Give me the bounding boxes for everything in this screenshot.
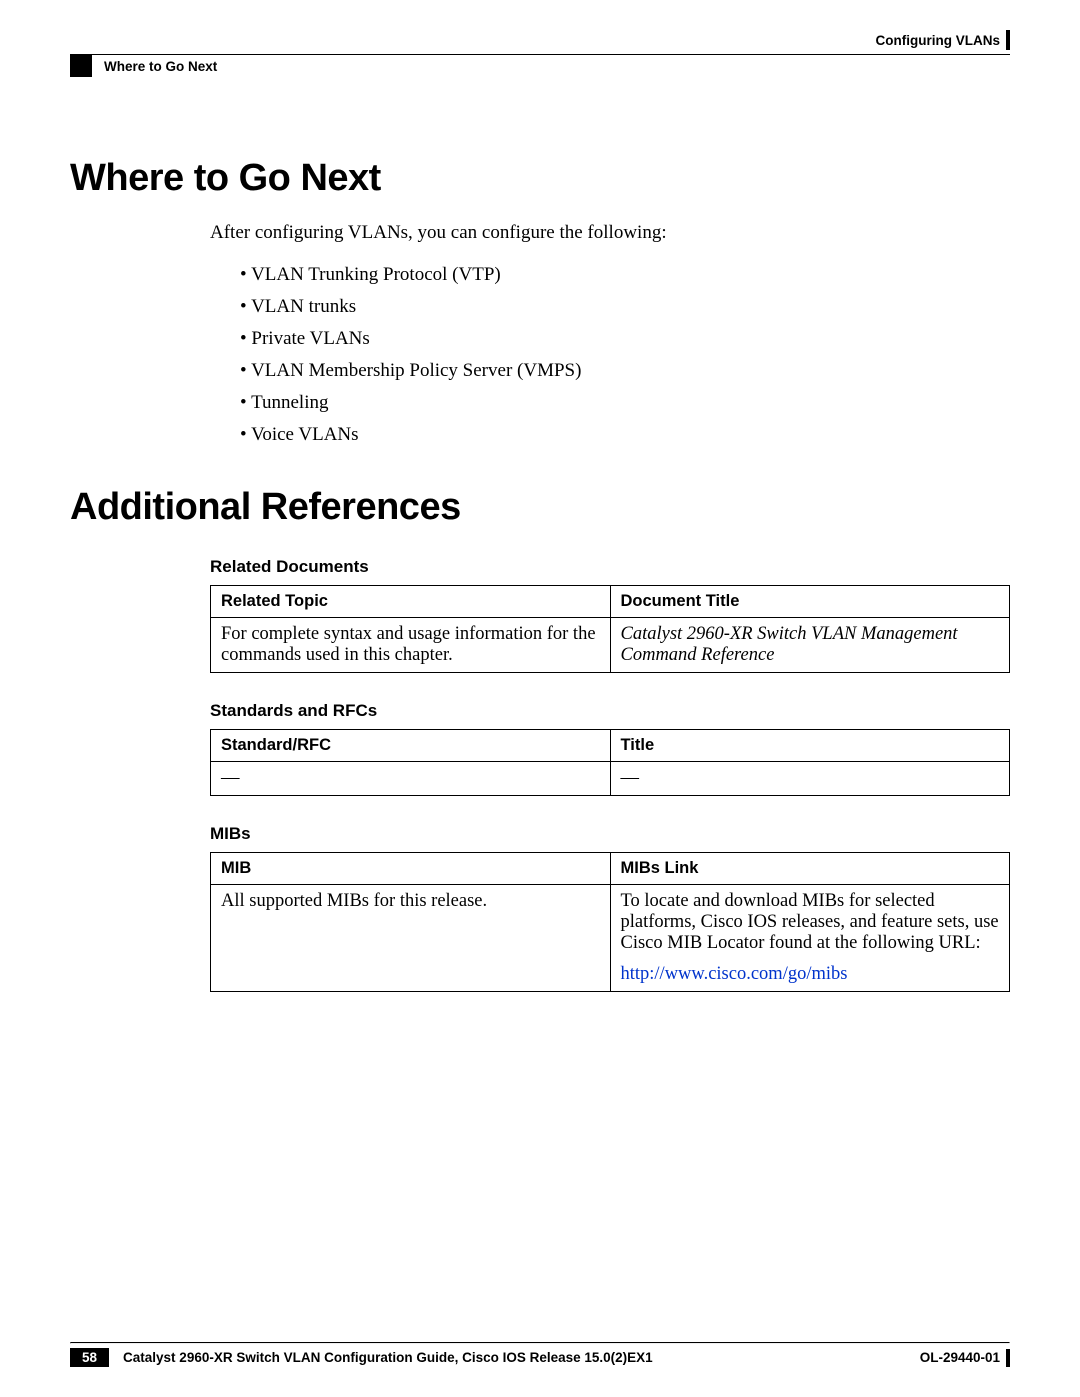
table-row: For complete syntax and usage informatio… [211, 617, 1010, 672]
table-header-row: MIB MIBs Link [211, 852, 1010, 884]
breadcrumb-text: Where to Go Next [104, 59, 217, 74]
footer: 58 Catalyst 2960-XR Switch VLAN Configur… [70, 1342, 1010, 1367]
list-item: Private VLANs [240, 328, 1010, 350]
col-document-title: Document Title [610, 585, 1010, 617]
subhead-related-docs: Related Documents [210, 557, 1010, 577]
col-mib: MIB [211, 852, 611, 884]
doc-id: OL-29440-01 [920, 1350, 1000, 1365]
list-item: Tunneling [240, 392, 1010, 414]
col-mibs-link: MIBs Link [610, 852, 1010, 884]
heading-additional-references: Additional References [70, 486, 1010, 529]
subhead-standards: Standards and RFCs [210, 701, 1010, 721]
table-header-row: Related Topic Document Title [211, 585, 1010, 617]
header-bar-icon [1006, 30, 1010, 50]
cell-topic: For complete syntax and usage informatio… [211, 617, 611, 672]
intro-text: After configuring VLANs, you can configu… [210, 220, 1010, 246]
cell-mib: All supported MIBs for this release. [211, 884, 611, 991]
list-item: Voice VLANs [240, 424, 1010, 446]
cell-title: Catalyst 2960-XR Switch VLAN Management … [610, 617, 1010, 672]
standards-table: Standard/RFC Title — — [210, 729, 1010, 796]
footer-divider [70, 1342, 1010, 1344]
breadcrumb: Where to Go Next [70, 55, 1010, 77]
footer-bar-icon [1006, 1349, 1010, 1367]
table-header-row: Standard/RFC Title [211, 729, 1010, 761]
footer-title: Catalyst 2960-XR Switch VLAN Configurati… [123, 1350, 653, 1365]
header-chapter-row: Configuring VLANs [70, 30, 1010, 50]
mibs-table: MIB MIBs Link All supported MIBs for thi… [210, 852, 1010, 992]
chapter-title: Configuring VLANs [876, 33, 1001, 48]
related-docs-table: Related Topic Document Title For complet… [210, 585, 1010, 673]
cell-standard: — [211, 761, 611, 795]
bullet-list: VLAN Trunking Protocol (VTP) VLAN trunks… [240, 264, 1010, 446]
cell-mibs-link: To locate and download MIBs for selected… [610, 884, 1010, 991]
square-icon [70, 55, 92, 77]
page: Configuring VLANs Where to Go Next Where… [0, 0, 1080, 1397]
list-item: VLAN trunks [240, 296, 1010, 318]
table-row: All supported MIBs for this release. To … [211, 884, 1010, 991]
cell-title: — [610, 761, 1010, 795]
subhead-mibs: MIBs [210, 824, 1010, 844]
col-related-topic: Related Topic [211, 585, 611, 617]
list-item: VLAN Trunking Protocol (VTP) [240, 264, 1010, 286]
table-row: — — [211, 761, 1010, 795]
page-number: 58 [70, 1348, 109, 1367]
col-standard: Standard/RFC [211, 729, 611, 761]
mibs-url-link[interactable]: http://www.cisco.com/go/mibs [621, 964, 1000, 985]
col-title: Title [610, 729, 1010, 761]
mibs-link-text: To locate and download MIBs for selected… [621, 891, 999, 953]
heading-where-to-go-next: Where to Go Next [70, 157, 1010, 200]
list-item: VLAN Membership Policy Server (VMPS) [240, 360, 1010, 382]
